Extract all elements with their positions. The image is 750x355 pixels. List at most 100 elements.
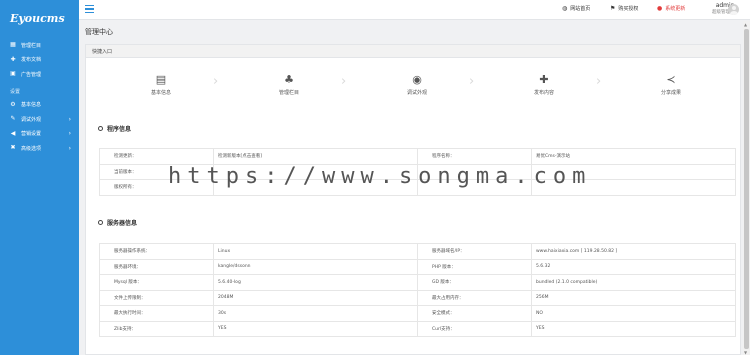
sidebar-item-label: 营销设置 — [21, 131, 42, 138]
cell-key: GD 版本： — [417, 274, 532, 291]
circle-icon — [98, 126, 103, 131]
cell-key: 服务器域名/IP： — [417, 243, 532, 260]
page-title: 管理中心 — [85, 28, 113, 36]
gear-icon: ⚙ — [10, 100, 16, 108]
quick-label: 基本信息 — [150, 90, 171, 96]
info-panel: 程序信息 检测更新： 检测新版本[点击查看] 程序名称： 易优Cms-演示站 当… — [85, 114, 741, 355]
table-row: 检测更新： 检测新版本[点击查看] 程序名称： 易优Cms-演示站 — [99, 148, 736, 165]
palette-icon: ◉ — [412, 72, 422, 86]
globe-icon: ◍ — [562, 5, 568, 12]
chevron-right-icon: › — [68, 144, 71, 152]
cell-value: 5.6.40-log — [213, 274, 418, 291]
topbar: ◍ 网站首页 ⚑ 购买授权 ● 系统更新 admin 超级管理员 — [79, 0, 750, 20]
cell-key: 最大占用内存： — [417, 289, 532, 306]
cell-value: 256M — [531, 289, 736, 306]
circle-icon — [98, 220, 103, 225]
logo[interactable]: Eyoucms — [0, 0, 79, 36]
sidebar-section-settings: 设置 — [10, 88, 21, 95]
sidebar-item-label: 管理栏目 — [21, 42, 42, 49]
cell-value: 2048M — [213, 289, 418, 306]
quick-label: 分享成果 — [660, 90, 681, 96]
scrollbar-thumb[interactable] — [744, 29, 749, 349]
tools-icon: ✖ — [10, 144, 16, 152]
quick-basic-info[interactable]: ▤ 基本信息 — [121, 72, 201, 97]
sidebar-item-label: 发布文档 — [21, 57, 42, 64]
sidebar-item-label: 基本信息 — [21, 102, 42, 109]
cell-key: 文件上传限制： — [99, 289, 214, 306]
quick-label: 管理栏目 — [278, 90, 299, 96]
image-icon: ▣ — [10, 70, 16, 78]
watermark-text: https://www.songma.com — [168, 164, 592, 189]
cell-value: bundled (2.1.0 compatible) — [531, 274, 736, 291]
megaphone-icon: ◀ — [10, 129, 16, 137]
cell-key: 服务器操作系统： — [99, 243, 214, 260]
quick-entry-panel: 快捷入口 ▤ 基本信息 › ♣ 管理栏目 › ◉ 调试外观 › ✚ 发布内容 › — [85, 44, 741, 122]
cell-value: 5.6.32 — [531, 258, 736, 275]
system-update-label: 系统更新 — [665, 6, 686, 12]
cell-key: PHP 版本： — [417, 258, 532, 275]
chevron-right-icon: › — [341, 74, 347, 89]
sidebar-item-marketing[interactable]: ◀ 营销设置 › — [0, 127, 79, 142]
cell-key: 安全模式： — [417, 305, 532, 322]
cell-key: 程序名称： — [417, 148, 532, 165]
chevron-right-icon: › — [68, 130, 71, 138]
cell-value: YES — [531, 320, 736, 337]
scroll-up-icon[interactable]: ▲ — [744, 22, 747, 27]
cell-value: NO — [531, 305, 736, 322]
sidebar-item-label: 高级选项 — [21, 145, 42, 152]
cell-key: 服务器环境： — [99, 258, 214, 275]
scroll-down-icon[interactable]: ▼ — [744, 350, 747, 355]
table-row: 服务器环境： kangle/dssonn PHP 版本： 5.6.32 — [99, 258, 736, 275]
quick-appearance[interactable]: ◉ 调试外观 — [377, 72, 457, 97]
table-row: Zlib支持： YES Curl支持： YES — [99, 320, 736, 337]
sidebar-item-basic-info[interactable]: ⚙ 基本信息 — [0, 98, 79, 113]
quick-manage-columns[interactable]: ♣ 管理栏目 — [249, 72, 329, 97]
sidebar-item-advanced[interactable]: ✖ 高级选项 › — [0, 141, 79, 156]
chevron-right-icon: › — [68, 115, 71, 123]
quick-label: 发布内容 — [533, 90, 554, 96]
buy-license-link[interactable]: ⚑ 购买授权 — [610, 5, 638, 12]
sidebar-item-label: 调试外观 — [21, 116, 42, 123]
quick-publish[interactable]: ✚ 发布内容 — [504, 72, 584, 97]
cell-key: 检测更新： — [99, 148, 214, 165]
chevron-right-icon: › — [596, 74, 602, 89]
table-row: Mysql 版本： 5.6.40-log GD 版本： bundled (2.1… — [99, 274, 736, 291]
cell-key: Mysql 版本： — [99, 274, 214, 291]
alert-icon: ● — [657, 5, 663, 12]
sidebar-item-label: 广告管理 — [21, 71, 42, 78]
chevron-right-icon: › — [469, 74, 475, 89]
site-home-label: 网站首页 — [570, 6, 591, 12]
table-row: 最大执行时间： 30s 安全模式： NO — [99, 305, 736, 322]
scrollbar[interactable]: ▲ ▼ — [743, 21, 750, 355]
flag-icon: ⚑ — [610, 5, 616, 12]
menu-toggle-icon[interactable] — [85, 5, 94, 13]
site-home-link[interactable]: ◍ 网站首页 — [562, 5, 590, 12]
cell-value: 易优Cms-演示站 — [531, 148, 736, 165]
sidebar: Eyoucms ▦ 管理栏目 ✚ 发布文档 ▣ 广告管理 设置 ⚙ 基本信息 ✎… — [0, 0, 79, 355]
program-info-heading: 程序信息 — [98, 124, 131, 133]
sitemap-icon: ♣ — [284, 72, 294, 86]
cell-value: 30s — [213, 305, 418, 322]
share-icon: ≺ — [666, 72, 676, 86]
sidebar-item-manage-columns[interactable]: ▦ 管理栏目 — [0, 38, 79, 53]
avatar[interactable] — [728, 4, 739, 15]
cell-key: 最大执行时间： — [99, 305, 214, 322]
quick-share[interactable]: ≺ 分享成果 — [631, 72, 711, 97]
system-update-link[interactable]: ● 系统更新 — [657, 5, 685, 12]
server-info-table: 服务器操作系统： Linux 服务器域名/IP： www.haixiaxia.c… — [99, 243, 736, 337]
program-info-title: 程序信息 — [107, 126, 132, 133]
cell-value: YES — [213, 320, 418, 337]
chevron-right-icon: › — [213, 74, 219, 89]
cell-key: Curl支持： — [417, 320, 532, 337]
sidebar-item-publish-doc[interactable]: ✚ 发布文档 — [0, 53, 79, 68]
sidebar-item-appearance[interactable]: ✎ 调试外观 › — [0, 112, 79, 127]
check-update-link[interactable]: 检测新版本[点击查看] — [213, 148, 418, 165]
cell-value: kangle/dssonn — [213, 258, 418, 275]
quick-label: 调试外观 — [406, 90, 427, 96]
table-row: 文件上传限制： 2048M 最大占用内存： 256M — [99, 289, 736, 306]
plus-icon: ✚ — [539, 72, 549, 86]
cell-key: Zlib支持： — [99, 320, 214, 337]
server-info-title: 服务器信息 — [107, 220, 138, 227]
plus-icon: ✚ — [10, 55, 16, 63]
sidebar-item-ads[interactable]: ▣ 广告管理 — [0, 67, 79, 82]
